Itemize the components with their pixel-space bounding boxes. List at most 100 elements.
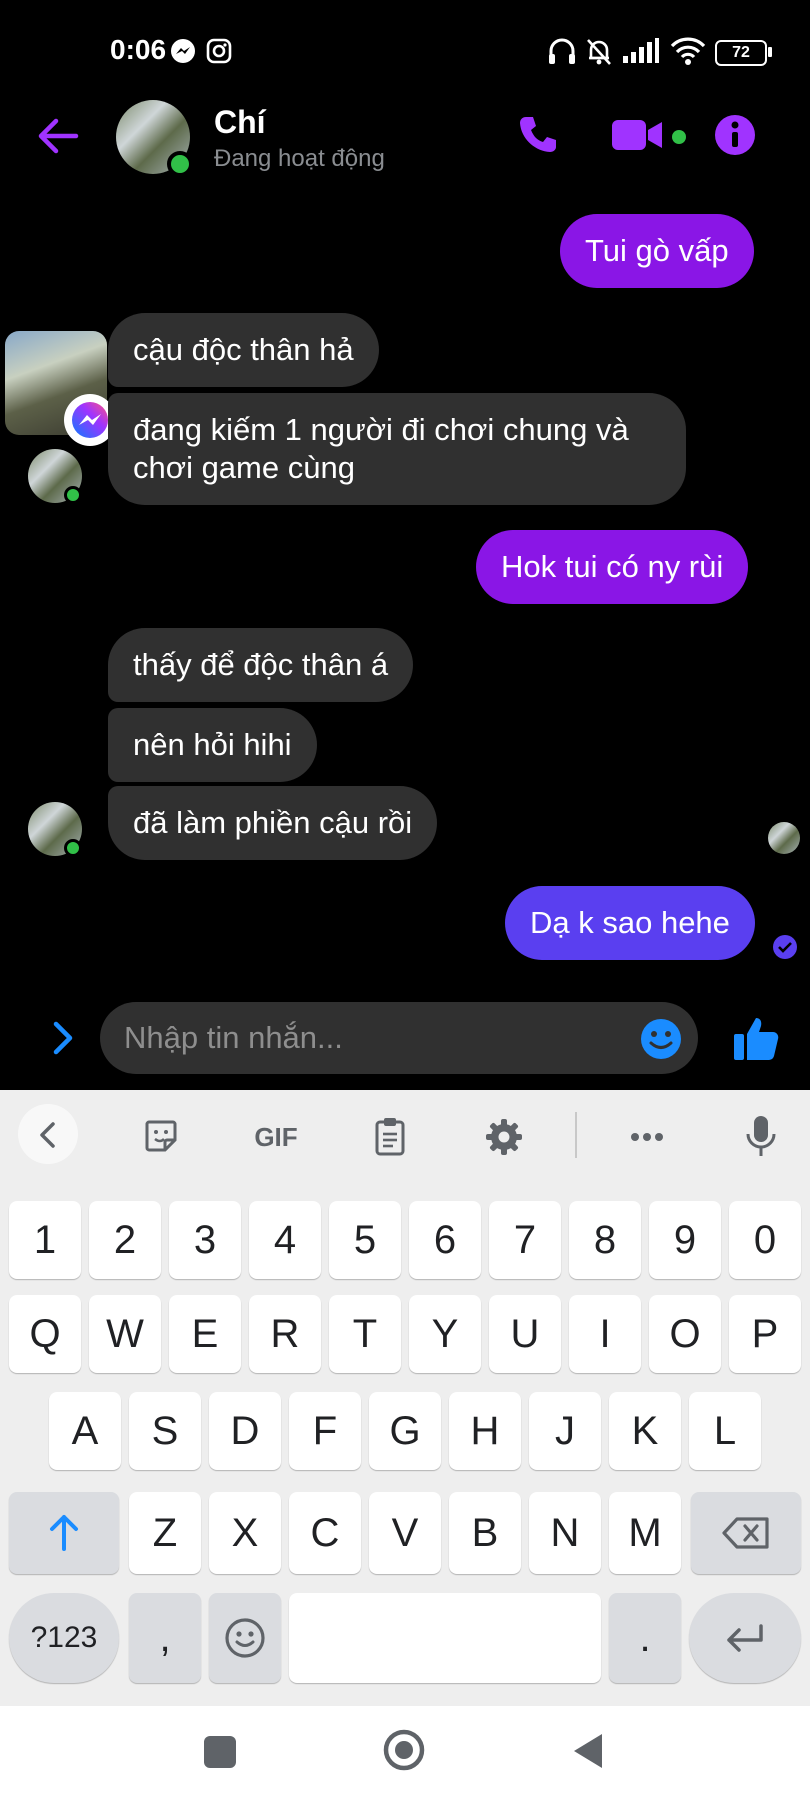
message-outgoing[interactable]: Tui gò vấp <box>560 214 754 288</box>
keyboard-emoji-icon <box>225 1618 265 1658</box>
message-incoming[interactable]: nên hỏi hihi <box>108 708 317 782</box>
toolbar-divider <box>575 1112 577 1158</box>
key-label: 6 <box>433 1218 457 1262</box>
settings-gear-icon[interactable] <box>485 1118 523 1156</box>
key-s[interactable]: S <box>129 1392 201 1470</box>
voice-call-icon[interactable] <box>518 114 558 154</box>
key-m[interactable]: M <box>609 1492 681 1574</box>
key-v[interactable]: V <box>369 1492 441 1574</box>
enter-icon <box>727 1624 763 1652</box>
expand-actions-chevron-icon[interactable] <box>50 1020 76 1056</box>
key-0[interactable]: 0 <box>729 1201 801 1279</box>
sticker-icon[interactable] <box>143 1118 179 1154</box>
message-input[interactable]: Nhập tin nhắn... <box>100 1002 698 1074</box>
key-h[interactable]: H <box>449 1392 521 1470</box>
key-label: 9 <box>673 1218 697 1262</box>
key-x[interactable]: X <box>209 1492 281 1574</box>
key-label: Y <box>431 1312 459 1356</box>
message-input-placeholder: Nhập tin nhắn... <box>124 1020 343 1055</box>
key-y[interactable]: Y <box>409 1295 481 1373</box>
key-g[interactable]: G <box>369 1392 441 1470</box>
key-4[interactable]: 4 <box>249 1201 321 1279</box>
video-call-icon[interactable] <box>612 118 664 152</box>
period-key[interactable]: . <box>609 1593 681 1683</box>
key-k[interactable]: K <box>609 1392 681 1470</box>
microphone-icon[interactable] <box>745 1114 777 1158</box>
recent-apps-icon[interactable] <box>204 1736 236 1768</box>
message-outgoing[interactable]: Hok tui có ny rùi <box>476 530 749 604</box>
mute-bell-icon <box>587 39 611 65</box>
key-z[interactable]: Z <box>129 1492 201 1574</box>
key-b[interactable]: B <box>449 1492 521 1574</box>
home-icon[interactable] <box>382 1728 426 1772</box>
shift-key[interactable] <box>9 1492 119 1574</box>
symbols-key[interactable]: ?123 <box>9 1593 119 1683</box>
backspace-icon <box>722 1517 769 1549</box>
key-l[interactable]: L <box>689 1392 761 1470</box>
gif-button[interactable]: GIF <box>248 1122 304 1153</box>
key-e[interactable]: E <box>169 1295 241 1373</box>
key-7[interactable]: 7 <box>489 1201 561 1279</box>
chevron-left-icon <box>40 1122 55 1148</box>
online-status-dot <box>64 486 82 504</box>
key-5[interactable]: 5 <box>329 1201 401 1279</box>
key-c[interactable]: C <box>289 1492 361 1574</box>
key-label: W <box>106 1312 144 1356</box>
key-6[interactable]: 6 <box>409 1201 481 1279</box>
key-label: B <box>471 1511 499 1555</box>
key-2[interactable]: 2 <box>89 1201 161 1279</box>
key-label: K <box>631 1409 659 1453</box>
key-t[interactable]: T <box>329 1295 401 1373</box>
key-label: M <box>628 1511 662 1555</box>
key-label: J <box>555 1409 575 1453</box>
message-incoming[interactable]: đang kiếm 1 người đi chơi chung và chơi … <box>108 393 686 505</box>
key-label: 0 <box>753 1218 777 1262</box>
battery-tip <box>768 47 772 57</box>
emoji-icon[interactable] <box>640 1018 682 1060</box>
key-label: , <box>159 1616 171 1660</box>
clipboard-icon[interactable] <box>374 1116 406 1156</box>
message-incoming[interactable]: đã làm phiền cậu rồi <box>108 786 438 860</box>
message-outgoing[interactable]: Dạ k sao hehe <box>505 886 755 960</box>
info-icon[interactable] <box>714 114 756 156</box>
messenger-notification-icon <box>171 39 195 63</box>
comma-key[interactable]: , <box>129 1593 201 1683</box>
key-d[interactable]: D <box>209 1392 281 1470</box>
key-label: ?123 <box>30 1621 98 1654</box>
key-1[interactable]: 1 <box>9 1201 81 1279</box>
message-incoming[interactable]: cậu độc thân hả <box>108 313 379 387</box>
key-u[interactable]: U <box>489 1295 561 1373</box>
more-options-icon[interactable] <box>630 1132 664 1142</box>
key-3[interactable]: 3 <box>169 1201 241 1279</box>
thumbs-up-icon[interactable] <box>732 1014 780 1062</box>
key-label: L <box>713 1409 737 1453</box>
back-arrow-icon[interactable] <box>36 116 80 156</box>
presence-status: Đang hoạt động <box>214 145 385 172</box>
key-p[interactable]: P <box>729 1295 801 1373</box>
key-a[interactable]: A <box>49 1392 121 1470</box>
backspace-key[interactable] <box>691 1492 801 1574</box>
back-triangle-icon[interactable] <box>572 1732 604 1770</box>
emoji-key[interactable] <box>209 1593 281 1683</box>
key-9[interactable]: 9 <box>649 1201 721 1279</box>
online-status-dot <box>64 839 82 857</box>
message-incoming[interactable]: thấy để độc thân á <box>108 628 414 702</box>
key-label: S <box>151 1409 179 1453</box>
key-label: C <box>310 1511 340 1555</box>
key-w[interactable]: W <box>89 1295 161 1373</box>
key-n[interactable]: N <box>529 1492 601 1574</box>
key-q[interactable]: Q <box>9 1295 81 1373</box>
messenger-logo-icon <box>72 402 108 438</box>
instagram-notification-icon <box>206 38 232 64</box>
key-r[interactable]: R <box>249 1295 321 1373</box>
key-o[interactable]: O <box>649 1295 721 1373</box>
key-f[interactable]: F <box>289 1392 361 1470</box>
key-label: I <box>599 1312 611 1356</box>
key-j[interactable]: J <box>529 1392 601 1470</box>
key-label: . <box>639 1616 651 1660</box>
enter-key[interactable] <box>689 1593 801 1683</box>
key-8[interactable]: 8 <box>569 1201 641 1279</box>
contact-name[interactable]: Chí <box>214 104 266 141</box>
key-i[interactable]: I <box>569 1295 641 1373</box>
space-bar[interactable] <box>289 1593 601 1683</box>
